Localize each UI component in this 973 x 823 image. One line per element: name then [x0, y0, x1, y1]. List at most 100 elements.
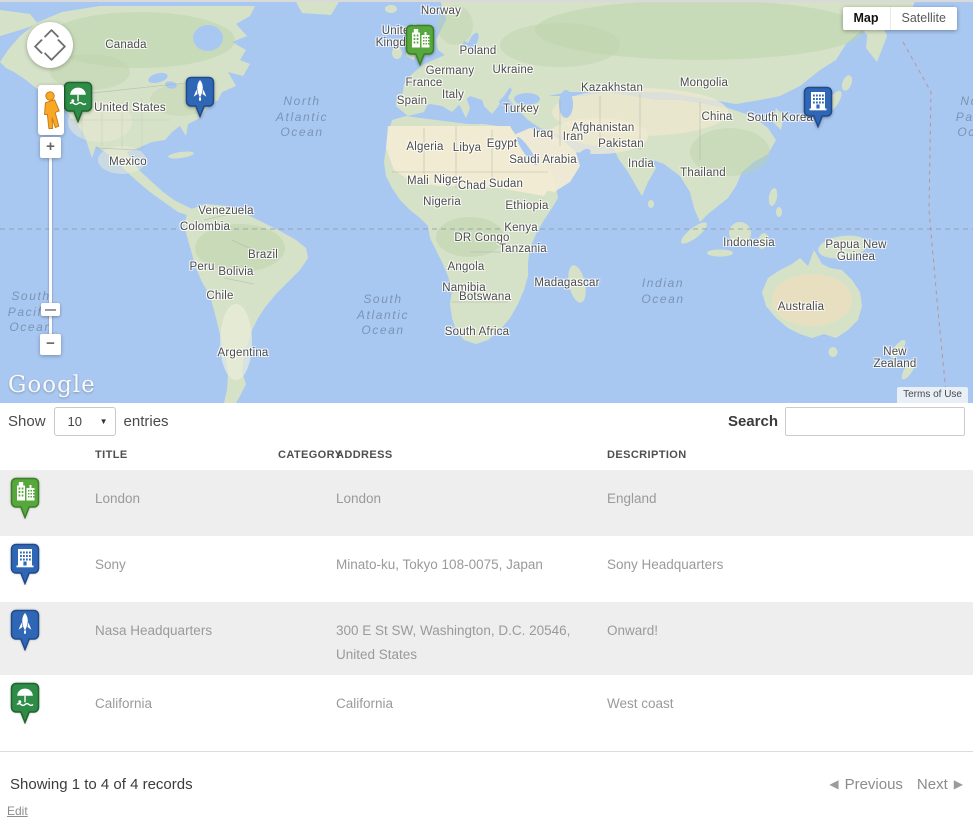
description-cell: West coast [607, 675, 973, 741]
map-country-label: Papua New Guinea [825, 239, 886, 263]
map-country-label: China [701, 111, 732, 123]
map-country-label: New Zealand [874, 346, 917, 370]
map-country-label: Turkey [503, 103, 539, 115]
zoom-in-button[interactable]: + [40, 137, 61, 158]
address-cell: California [336, 675, 607, 741]
map-country-label: Pakistan [598, 138, 644, 150]
map-country-label: Mexico [109, 156, 147, 168]
map-country-label: Afghanistan [572, 122, 635, 134]
map-country-label: Algeria [406, 141, 443, 153]
map-country-label: Peru [189, 261, 214, 273]
table-row[interactable]: LondonLondonEngland [0, 470, 973, 536]
pagination: ◀ Previous Next ▶ [829, 776, 963, 793]
records-summary: Showing 1 to 4 of 4 records [10, 776, 193, 793]
zoom-out-button[interactable]: − [40, 334, 61, 355]
map-country-label: United States [94, 102, 166, 114]
map-country-label: Ethiopia [505, 200, 548, 212]
map-marker-sony[interactable] [803, 86, 833, 128]
table-row[interactable]: CaliforniaCaliforniaWest coast [0, 675, 973, 741]
description-cell: Sony Headquarters [607, 536, 973, 602]
page-size-select-wrap: 10 ▼ [54, 407, 116, 436]
map-country-label: Australia [778, 301, 825, 313]
previous-arrow-icon[interactable]: ◀ [829, 777, 838, 792]
previous-label[interactable]: Previous [845, 776, 903, 793]
map-country-label: Kazakhstan [581, 82, 643, 94]
entries-label: entries [124, 413, 169, 430]
map-country-label: Indonesia [723, 237, 775, 249]
map-country-label: Mali [407, 175, 429, 187]
terms-of-use-link[interactable]: Terms of Use [897, 387, 968, 403]
map-country-label: Venezuela [198, 205, 254, 217]
map-country-label: Mongolia [680, 77, 728, 89]
map-country-label: Libya [453, 142, 482, 154]
map-country-label: Germany [426, 65, 475, 77]
search-label: Search [728, 413, 778, 430]
map-country-label: India [628, 158, 654, 170]
map-country-label: France [406, 77, 443, 89]
show-label: Show [8, 413, 46, 430]
map-ocean-label: South Atlantic Ocean [357, 292, 409, 339]
plugin-page: North Atlantic OceanSouth Atlantic Ocean… [0, 0, 973, 823]
map-country-label: Madagascar [534, 277, 599, 289]
map-country-label: Poland [459, 45, 496, 57]
category-cell [278, 536, 336, 602]
map-marker-california[interactable] [63, 81, 93, 123]
next-label[interactable]: Next [917, 776, 948, 793]
map-country-label: Angola [447, 261, 484, 273]
table-footer: Showing 1 to 4 of 4 records ◀ Previous N… [0, 752, 973, 793]
address-cell: Minato-ku, Tokyo 108-0075, Japan [336, 536, 607, 602]
google-map-canvas[interactable]: North Atlantic OceanSouth Atlantic Ocean… [0, 0, 973, 403]
map-country-label: Tanzania [499, 243, 547, 255]
header-address[interactable]: Address [336, 449, 607, 461]
building-marker-icon [0, 536, 95, 602]
map-country-label: Chile [206, 290, 233, 302]
map-marker-london[interactable] [405, 24, 435, 66]
map-country-label: South Africa [445, 326, 509, 338]
city-marker-icon [0, 470, 95, 536]
previous-page-button[interactable]: ◀ Previous [829, 776, 903, 793]
address-cell: 300 E St SW, Washington, D.C. 20546, Uni… [336, 602, 607, 675]
category-cell [278, 602, 336, 675]
map-country-label: Chad [458, 180, 486, 192]
map-pan-control[interactable] [27, 22, 73, 68]
header-title[interactable]: Title [95, 449, 278, 461]
table-row[interactable]: Nasa Headquarters 300 E St SW, Washington… [0, 602, 973, 675]
page-size-select[interactable]: 10 [54, 407, 116, 436]
table-body: LondonLondonEnglandSony Minato-ku, Tokyo … [0, 470, 973, 741]
next-arrow-icon[interactable]: ▶ [954, 777, 963, 792]
title-cell: Sony [95, 536, 278, 602]
next-page-button[interactable]: Next ▶ [917, 776, 963, 793]
world-map-artwork [0, 0, 973, 403]
rocket-marker-icon [0, 602, 95, 675]
map-country-label: Egypt [487, 138, 517, 150]
description-cell: England [607, 470, 973, 536]
map-country-label: Brazil [248, 249, 278, 261]
search-input[interactable] [785, 407, 965, 436]
map-country-label: Colombia [180, 221, 230, 233]
map-ocean-label: North Pacific Ocean [956, 94, 973, 141]
zoom-slider-handle[interactable] [41, 303, 60, 316]
title-cell: Nasa Headquarters [95, 602, 278, 675]
edit-link[interactable]: Edit [7, 804, 28, 818]
table-header-row: Title Category Address Description [0, 440, 973, 470]
map-country-label: Norway [421, 5, 461, 17]
table-toolbar: Show 10 ▼ entries Search [0, 403, 973, 440]
map-country-label: Saudi Arabia [509, 154, 577, 166]
map-country-label: Argentina [217, 347, 268, 359]
map-country-label: Canada [105, 39, 146, 51]
map-type-map-button[interactable]: Map [843, 7, 890, 30]
header-category[interactable]: Category [278, 449, 336, 461]
map-ocean-label: Indian Ocean [641, 276, 684, 307]
map-type-satellite-button[interactable]: Satellite [890, 7, 957, 30]
map-top-edge [0, 0, 973, 2]
map-marker-nasa[interactable] [185, 76, 215, 118]
map-country-label: Botswana [459, 291, 511, 303]
table-row[interactable]: Sony Minato-ku, Tokyo 108-0075, JapanSony… [0, 536, 973, 602]
map-country-label: Iraq [533, 128, 554, 140]
map-type-toggle: Map Satellite [843, 7, 957, 30]
map-country-label: Thailand [680, 167, 726, 179]
street-view-pegman-icon[interactable] [38, 85, 64, 135]
header-description[interactable]: Description [607, 449, 973, 461]
map-country-label: Italy [442, 89, 464, 101]
title-cell: California [95, 675, 278, 741]
